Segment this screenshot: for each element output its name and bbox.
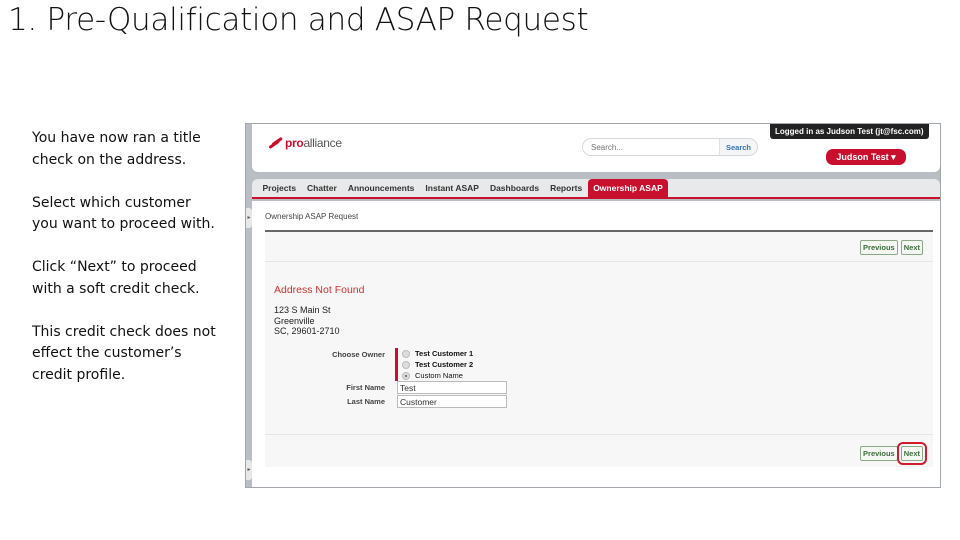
tab-ownership-asap[interactable]: Ownership ASAP <box>587 179 669 197</box>
logo-stripes-icon <box>268 136 283 149</box>
address-block: 123 S Main St Greenville SC, 29601-2710 <box>274 305 340 337</box>
choose-owner-label: Choose Owner <box>332 350 385 359</box>
owner-radio-group: Test Customer 1 Test Customer 2 Custom N… <box>395 348 473 381</box>
first-name-label: First Name <box>346 383 385 392</box>
address-line-1: 123 S Main St <box>274 305 331 315</box>
nav-tabs: Projects Chatter Announcements Instant A… <box>252 179 940 199</box>
top-nav-buttons: Previous Next <box>860 240 923 255</box>
owner-option-1[interactable]: Test Customer 1 <box>402 348 473 359</box>
address-line-3: SC, 29601-2710 <box>274 326 340 336</box>
note-1: You have now ran a title check on the ad… <box>32 130 201 168</box>
previous-button-bottom[interactable]: Previous <box>860 446 898 461</box>
proalliance-logo[interactable]: proalliance <box>268 136 342 150</box>
note-4: This credit check does not effect the cu… <box>32 323 216 383</box>
option-label: Custom Name <box>415 371 463 380</box>
option-label: Test Customer 2 <box>415 360 474 369</box>
last-name-input[interactable] <box>397 395 507 408</box>
previous-button-top[interactable]: Previous <box>860 240 898 255</box>
app-screenshot: ▸ ▸ proalliance Search Logged in as Juds… <box>245 123 941 488</box>
logged-in-badge: Logged in as Judson Test (jt@fsc.com) <box>770 124 929 139</box>
tab-reports[interactable]: Reports <box>545 179 588 197</box>
bottom-nav-buttons: Previous Next <box>860 442 928 465</box>
tab-projects[interactable]: Projects <box>257 179 302 197</box>
page-title: Ownership ASAP Request <box>265 212 359 221</box>
radio-button-checked[interactable] <box>402 371 410 380</box>
option-label: Test Customer 1 <box>415 349 474 358</box>
note-2: Select which customer you want to procee… <box>32 194 215 233</box>
first-name-input[interactable] <box>397 381 507 394</box>
request-panel: Previous Next Address Not Found 123 S Ma… <box>265 230 933 467</box>
search-box: Search <box>582 138 758 156</box>
address-line-2: Greenville <box>274 315 315 326</box>
main-content: Ownership ASAP Request Previous Next Add… <box>252 201 940 487</box>
app-header: proalliance Search Logged in as Judson T… <box>252 124 940 172</box>
search-button[interactable]: Search <box>719 139 757 155</box>
tab-dashboards[interactable]: Dashboards <box>484 179 544 197</box>
next-button-top[interactable]: Next <box>900 240 923 255</box>
next-button-bottom-highlighted[interactable]: Next <box>896 442 928 465</box>
logo-alliance: alliance <box>303 136 342 150</box>
tab-announcements[interactable]: Announcements <box>342 179 420 197</box>
last-name-label: Last Name <box>347 397 385 406</box>
tab-chatter[interactable]: Chatter <box>302 179 343 197</box>
slide-title: 1. Pre-Qualification and ASAP Request <box>8 2 589 38</box>
radio-button[interactable] <box>402 360 410 369</box>
radio-button[interactable] <box>402 349 410 358</box>
owner-option-2[interactable]: Test Customer 2 <box>402 359 473 370</box>
logo-pro: pro <box>285 136 304 150</box>
address-status: Address Not Found <box>274 284 365 296</box>
panel-divider <box>265 434 933 435</box>
search-input[interactable] <box>583 139 719 155</box>
owner-option-3[interactable]: Custom Name <box>402 370 473 381</box>
instruction-notes: You have now ran a title check on the ad… <box>32 128 217 408</box>
note-3: Click “Next” to proceed with a soft cred… <box>32 259 200 297</box>
user-menu-button[interactable]: Judson Test ▾ <box>826 149 906 165</box>
tab-instant-asap[interactable]: Instant ASAP <box>420 179 485 197</box>
